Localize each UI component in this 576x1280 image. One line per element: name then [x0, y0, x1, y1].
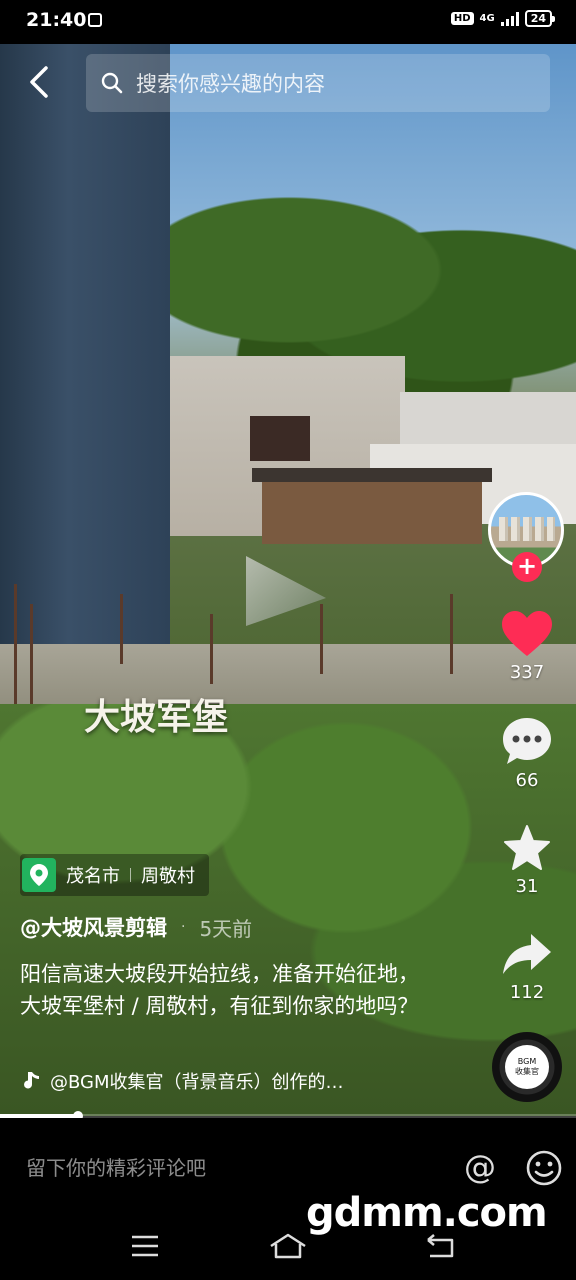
music-disc-line2: 收集官 — [515, 1067, 539, 1076]
search-input[interactable]: 搜索你感兴趣的内容 — [86, 54, 550, 112]
network-type: 4G — [479, 12, 495, 24]
svg-text:@: @ — [464, 1148, 496, 1186]
status-time: 21:40 — [26, 9, 87, 31]
video-rebar — [450, 594, 453, 674]
video-rebar — [14, 584, 17, 704]
location-tag[interactable]: 茂名市 周敬村 — [20, 854, 209, 896]
like-count: 337 — [509, 662, 545, 683]
notification-app-icon — [88, 13, 102, 27]
music-disc-label: BGM 收集官 — [505, 1045, 549, 1089]
favorite-count: 31 — [515, 876, 539, 897]
music-row[interactable]: @BGM收集官（背景音乐）创作的… — [20, 1068, 430, 1094]
emoji-icon[interactable] — [524, 1148, 564, 1188]
follow-button[interactable]: + — [512, 552, 542, 582]
share-icon — [503, 934, 551, 974]
comment-button[interactable]: 66 — [496, 716, 558, 791]
status-bar: 21:40 HD 4G 24 — [0, 0, 576, 44]
share-button[interactable]: 112 — [496, 932, 558, 1003]
nav-back-icon[interactable] — [424, 1232, 456, 1260]
location-city: 茂名市 — [66, 866, 120, 887]
hd-badge: HD — [450, 12, 474, 25]
signal-icon — [500, 11, 519, 26]
status-indicators: HD 4G 24 — [450, 10, 556, 27]
search-placeholder: 搜索你感兴趣的内容 — [136, 72, 325, 96]
comment-icon — [503, 718, 551, 764]
video-player[interactable]: 大坡军堡 — [0, 44, 576, 1116]
music-note-icon — [24, 1072, 39, 1089]
video-caption-overlay: 大坡军堡 — [84, 696, 229, 738]
favorite-button[interactable]: 31 — [496, 824, 558, 897]
like-button[interactable]: 337 — [496, 610, 558, 683]
video-shed — [252, 468, 492, 544]
video-rebar — [320, 604, 323, 674]
music-disc-line1: BGM — [517, 1057, 537, 1066]
separator-dot: · — [181, 919, 186, 935]
video-rebar — [210, 614, 213, 684]
nav-home-icon[interactable] — [268, 1232, 308, 1260]
heart-icon — [502, 611, 552, 656]
location-divider — [130, 868, 131, 882]
search-icon — [101, 72, 123, 94]
share-count: 112 — [509, 982, 545, 1003]
video-wall — [0, 44, 170, 654]
video-rebar — [30, 604, 33, 704]
post-description[interactable]: 阳信高速大坡段开始拉线，准备开始征地，大坡军堡村 / 周敬村，有征到你家的地吗？ — [20, 958, 420, 1022]
video-vegetation — [0, 704, 576, 1116]
music-disc[interactable]: BGM 收集官 — [492, 1032, 562, 1102]
back-button[interactable] — [22, 64, 58, 100]
nav-menu-icon[interactable] — [130, 1234, 160, 1258]
author-name[interactable]: @大坡风景剪辑 — [20, 912, 167, 942]
music-title: @BGM收集官（背景音乐）创作的… — [50, 1072, 344, 1093]
location-pin-icon — [22, 858, 56, 892]
avatar-image — [499, 517, 555, 541]
comment-input[interactable]: 留下你的精彩评论吧 — [26, 1152, 206, 1181]
video-tarp — [246, 556, 326, 626]
watermark: gdmm.com — [306, 1190, 548, 1236]
star-icon — [504, 825, 550, 870]
author-row: @大坡风景剪辑 · 5天前 — [20, 912, 252, 942]
comment-count: 66 — [515, 770, 539, 791]
location-village: 周敬村 — [141, 866, 195, 887]
post-time: 5天前 — [199, 916, 253, 941]
back-arrow-icon — [30, 66, 48, 98]
at-icon[interactable]: @ — [460, 1148, 500, 1188]
video-rebar — [120, 594, 123, 664]
battery-icon: 24 — [524, 10, 556, 27]
